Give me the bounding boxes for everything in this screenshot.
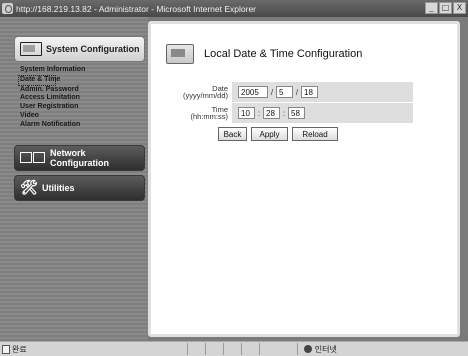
window-controls: _ □ X xyxy=(425,2,466,14)
network-icon xyxy=(20,151,46,165)
section-network-configuration[interactable]: Network Configuration xyxy=(14,145,145,171)
status-text: 완료 xyxy=(12,344,27,354)
reload-button[interactable]: Reload xyxy=(292,127,338,141)
minimize-button[interactable]: _ xyxy=(425,2,438,14)
main-content: Local Date & Time Configuration Date (yy… xyxy=(148,21,460,337)
page-title: Local Date & Time Configuration xyxy=(204,48,363,60)
apply-button[interactable]: Apply xyxy=(251,127,288,141)
time-field: : : xyxy=(232,103,413,123)
zone-label: 인터넷 xyxy=(314,344,337,354)
date-label: Date (yyyy/mm/dd) xyxy=(183,83,228,100)
status-cell xyxy=(204,343,223,355)
page-done-icon xyxy=(2,344,10,354)
security-zone: 인터넷 xyxy=(296,343,337,355)
monitor-icon xyxy=(166,44,194,64)
back-button[interactable]: Back xyxy=(218,127,247,141)
section-utilities[interactable]: 🛠 Utilities xyxy=(14,175,145,201)
menu-item-access-limitation[interactable]: Access Limitation xyxy=(20,94,85,103)
tools-icon: 🛠 xyxy=(20,180,38,196)
window-title: http://168.219.13.82 - Administrator - M… xyxy=(16,3,257,14)
hour-input[interactable] xyxy=(238,107,255,119)
window-titlebar: http://168.219.13.82 - Administrator - M… xyxy=(0,0,468,17)
page-heading: Local Date & Time Configuration xyxy=(166,44,362,64)
day-input[interactable] xyxy=(301,86,318,98)
section-label: System Configuration xyxy=(46,44,140,54)
sidebar: System Configuration System Information … xyxy=(0,17,148,341)
status-cell xyxy=(186,343,205,355)
menu-item-alarm-notification[interactable]: Alarm Notification xyxy=(20,121,85,130)
close-button[interactable]: X xyxy=(453,2,466,14)
date-row: Date (yyyy/mm/dd) / / xyxy=(161,82,413,102)
menu-item-video[interactable]: Video xyxy=(20,112,85,121)
status-cell xyxy=(222,343,241,355)
time-separator: : xyxy=(257,108,261,118)
system-menu: System Information Date & Time Admin. Pa… xyxy=(18,66,85,130)
status-cell xyxy=(240,343,259,355)
time-row: Time (hh:mm:ss) : : xyxy=(161,103,413,123)
status-bar: 완료 인터넷 xyxy=(0,341,468,356)
section-label: Utilities xyxy=(42,183,75,193)
menu-item-system-information[interactable]: System Information xyxy=(20,66,85,75)
menu-item-date-time[interactable]: Date & Time xyxy=(18,74,60,86)
date-separator: / xyxy=(295,87,299,97)
menu-item-user-registration[interactable]: User Registration xyxy=(20,103,85,112)
second-input[interactable] xyxy=(288,107,305,119)
globe-icon xyxy=(303,345,312,353)
minute-input[interactable] xyxy=(263,107,280,119)
menu-item-admin-password[interactable]: Admin. Password xyxy=(20,86,85,95)
status-left: 완료 xyxy=(0,344,27,355)
time-separator: : xyxy=(282,108,286,118)
section-system-configuration[interactable]: System Configuration xyxy=(14,36,145,62)
maximize-button[interactable]: □ xyxy=(439,2,452,14)
ie-icon xyxy=(2,3,13,14)
year-input[interactable] xyxy=(238,86,268,98)
date-field: / / xyxy=(232,82,413,102)
month-input[interactable] xyxy=(276,86,293,98)
status-cell xyxy=(258,343,277,355)
date-separator: / xyxy=(270,87,274,97)
monitor-icon xyxy=(20,42,42,56)
section-label: Network Configuration xyxy=(50,148,109,168)
form-buttons: Back Apply Reload xyxy=(218,127,338,141)
time-label: Time (hh:mm:ss) xyxy=(190,104,229,121)
status-cells xyxy=(186,343,277,355)
